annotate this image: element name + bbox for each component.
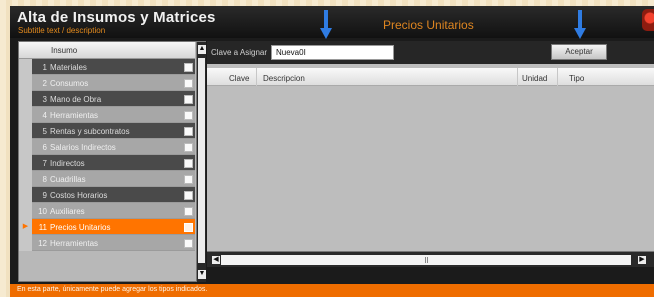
insumo-list: Insumo 1 Materiales 2 Consumos 3 Mano de Obra… — [18, 41, 206, 282]
row-selector[interactable] — [19, 107, 32, 123]
row-selector[interactable] — [19, 139, 32, 155]
row-checkbox[interactable] — [184, 223, 193, 232]
scroll-right-icon[interactable]: ▶ — [638, 256, 646, 264]
row-selector[interactable] — [19, 187, 32, 203]
assignment-toolbar: Clave a Asignar Aceptar — [207, 41, 654, 64]
column-divider — [557, 68, 558, 86]
row-selector[interactable] — [19, 203, 32, 219]
row-number: 6 — [42, 143, 47, 152]
row-label: Consumos — [50, 79, 89, 88]
scroll-down-icon[interactable]: ▼ — [198, 270, 206, 279]
row-number: 12 — [38, 239, 47, 248]
row-checkbox[interactable] — [184, 239, 193, 248]
row-checkbox[interactable] — [184, 63, 193, 72]
row-selector[interactable] — [19, 235, 32, 251]
vertical-scrollbar[interactable]: ▲ ▼ — [196, 42, 206, 282]
row-selector[interactable] — [19, 123, 32, 139]
row-selector[interactable] — [19, 91, 32, 107]
list-item[interactable]: 4 Herramientas — [19, 107, 195, 123]
row-number: 5 — [42, 127, 47, 136]
row-label: Rentas y subcontratos — [50, 127, 130, 136]
row-number: 4 — [42, 111, 47, 120]
row-checkbox[interactable] — [184, 159, 193, 168]
row-checkbox[interactable] — [184, 95, 193, 104]
row-number: 9 — [42, 191, 47, 200]
down-arrow-icon — [320, 10, 332, 40]
app-subtitle: Subtitle text / description — [18, 26, 106, 35]
row-label: Precios Unitarios — [50, 223, 111, 232]
row-number: 2 — [42, 79, 47, 88]
code-label: Clave a Asignar — [211, 48, 268, 57]
list-header: Insumo — [19, 42, 195, 59]
scroll-thumb[interactable] — [198, 58, 205, 263]
row-number: 3 — [42, 95, 47, 104]
row-label: Salarios Indirectos — [50, 143, 116, 152]
horizontal-scrollbar[interactable]: ◀ ▶ — [207, 251, 654, 267]
list-item[interactable]: 5 Rentas y subcontratos — [19, 123, 195, 139]
list-item[interactable]: 9 Costos Horarios — [19, 187, 195, 203]
row-checkbox[interactable] — [184, 191, 193, 200]
row-label: Auxiliares — [50, 207, 85, 216]
row-checkbox[interactable] — [184, 175, 193, 184]
row-label: Costos Horarios — [50, 191, 108, 200]
list-item[interactable]: 2 Consumos — [19, 75, 195, 91]
grid-column-descripcion: Descripcion — [263, 74, 305, 83]
list-item[interactable]: ▶ 11 Precios Unitarios — [19, 219, 195, 235]
column-divider — [256, 68, 257, 86]
row-number: 11 — [38, 223, 47, 232]
row-selector[interactable] — [19, 171, 32, 187]
list-item[interactable]: 8 Cuadrillas — [19, 171, 195, 187]
row-label: Mano de Obra — [50, 95, 102, 104]
row-number: 1 — [42, 63, 47, 72]
row-number: 7 — [42, 159, 47, 168]
column-divider — [517, 68, 518, 86]
insumo-column-header: Insumo — [51, 46, 78, 55]
close-icon[interactable] — [642, 9, 654, 31]
row-label: Herramientas — [50, 111, 99, 120]
grid-column-tipo: Tipo — [569, 74, 585, 83]
row-number: 10 — [38, 207, 47, 216]
grid-header: Clave Descripcion Unidad Tipo — [207, 68, 654, 86]
title-bar: Alta de Insumos y Matrices Subtitle text… — [10, 6, 654, 38]
row-number: 8 — [42, 175, 47, 184]
row-checkbox[interactable] — [184, 127, 193, 136]
list-item[interactable]: 12 Herramientas — [19, 235, 195, 251]
row-checkbox[interactable] — [184, 79, 193, 88]
row-selector[interactable] — [19, 59, 32, 75]
details-panel: Clave a Asignar Aceptar Clave Descripcio… — [207, 41, 654, 267]
row-label: Indirectos — [50, 159, 85, 168]
row-checkbox[interactable] — [184, 111, 193, 120]
status-bar: En esta parte, únicamente puede agregar … — [10, 284, 654, 297]
row-label: Materiales — [50, 63, 87, 72]
grid-column-unidad: Unidad — [522, 74, 548, 83]
section-title: Precios Unitarios — [383, 18, 474, 32]
list-item[interactable]: 1 Materiales — [19, 59, 195, 75]
horizontal-scroll-thumb[interactable] — [221, 255, 631, 265]
list-item[interactable]: 3 Mano de Obra — [19, 91, 195, 107]
row-label: Herramientas — [50, 239, 99, 248]
grip-icon — [425, 257, 428, 263]
down-arrow-icon — [574, 10, 586, 40]
row-selector[interactable] — [19, 155, 32, 171]
accept-button[interactable]: Aceptar — [551, 44, 607, 60]
row-checkbox[interactable] — [184, 143, 193, 152]
grid-body — [207, 86, 654, 251]
row-checkbox[interactable] — [184, 207, 193, 216]
row-selector[interactable]: ▶ — [19, 219, 32, 235]
list-item[interactable]: 10 Auxiliares — [19, 203, 195, 219]
scroll-left-icon[interactable]: ◀ — [212, 256, 220, 264]
grid-column-clave: Clave — [229, 74, 250, 83]
list-item[interactable]: 6 Salarios Indirectos — [19, 139, 195, 155]
row-label: Cuadrillas — [50, 175, 86, 184]
scroll-up-icon[interactable]: ▲ — [198, 45, 206, 54]
code-input[interactable] — [271, 45, 394, 60]
main-window: Alta de Insumos y Matrices Subtitle text… — [10, 6, 654, 297]
list-item[interactable]: 7 Indirectos — [19, 155, 195, 171]
app-title: Alta de Insumos y Matrices — [17, 9, 216, 26]
row-selector[interactable] — [19, 75, 32, 91]
status-text: En esta parte, únicamente puede agregar … — [17, 286, 208, 293]
